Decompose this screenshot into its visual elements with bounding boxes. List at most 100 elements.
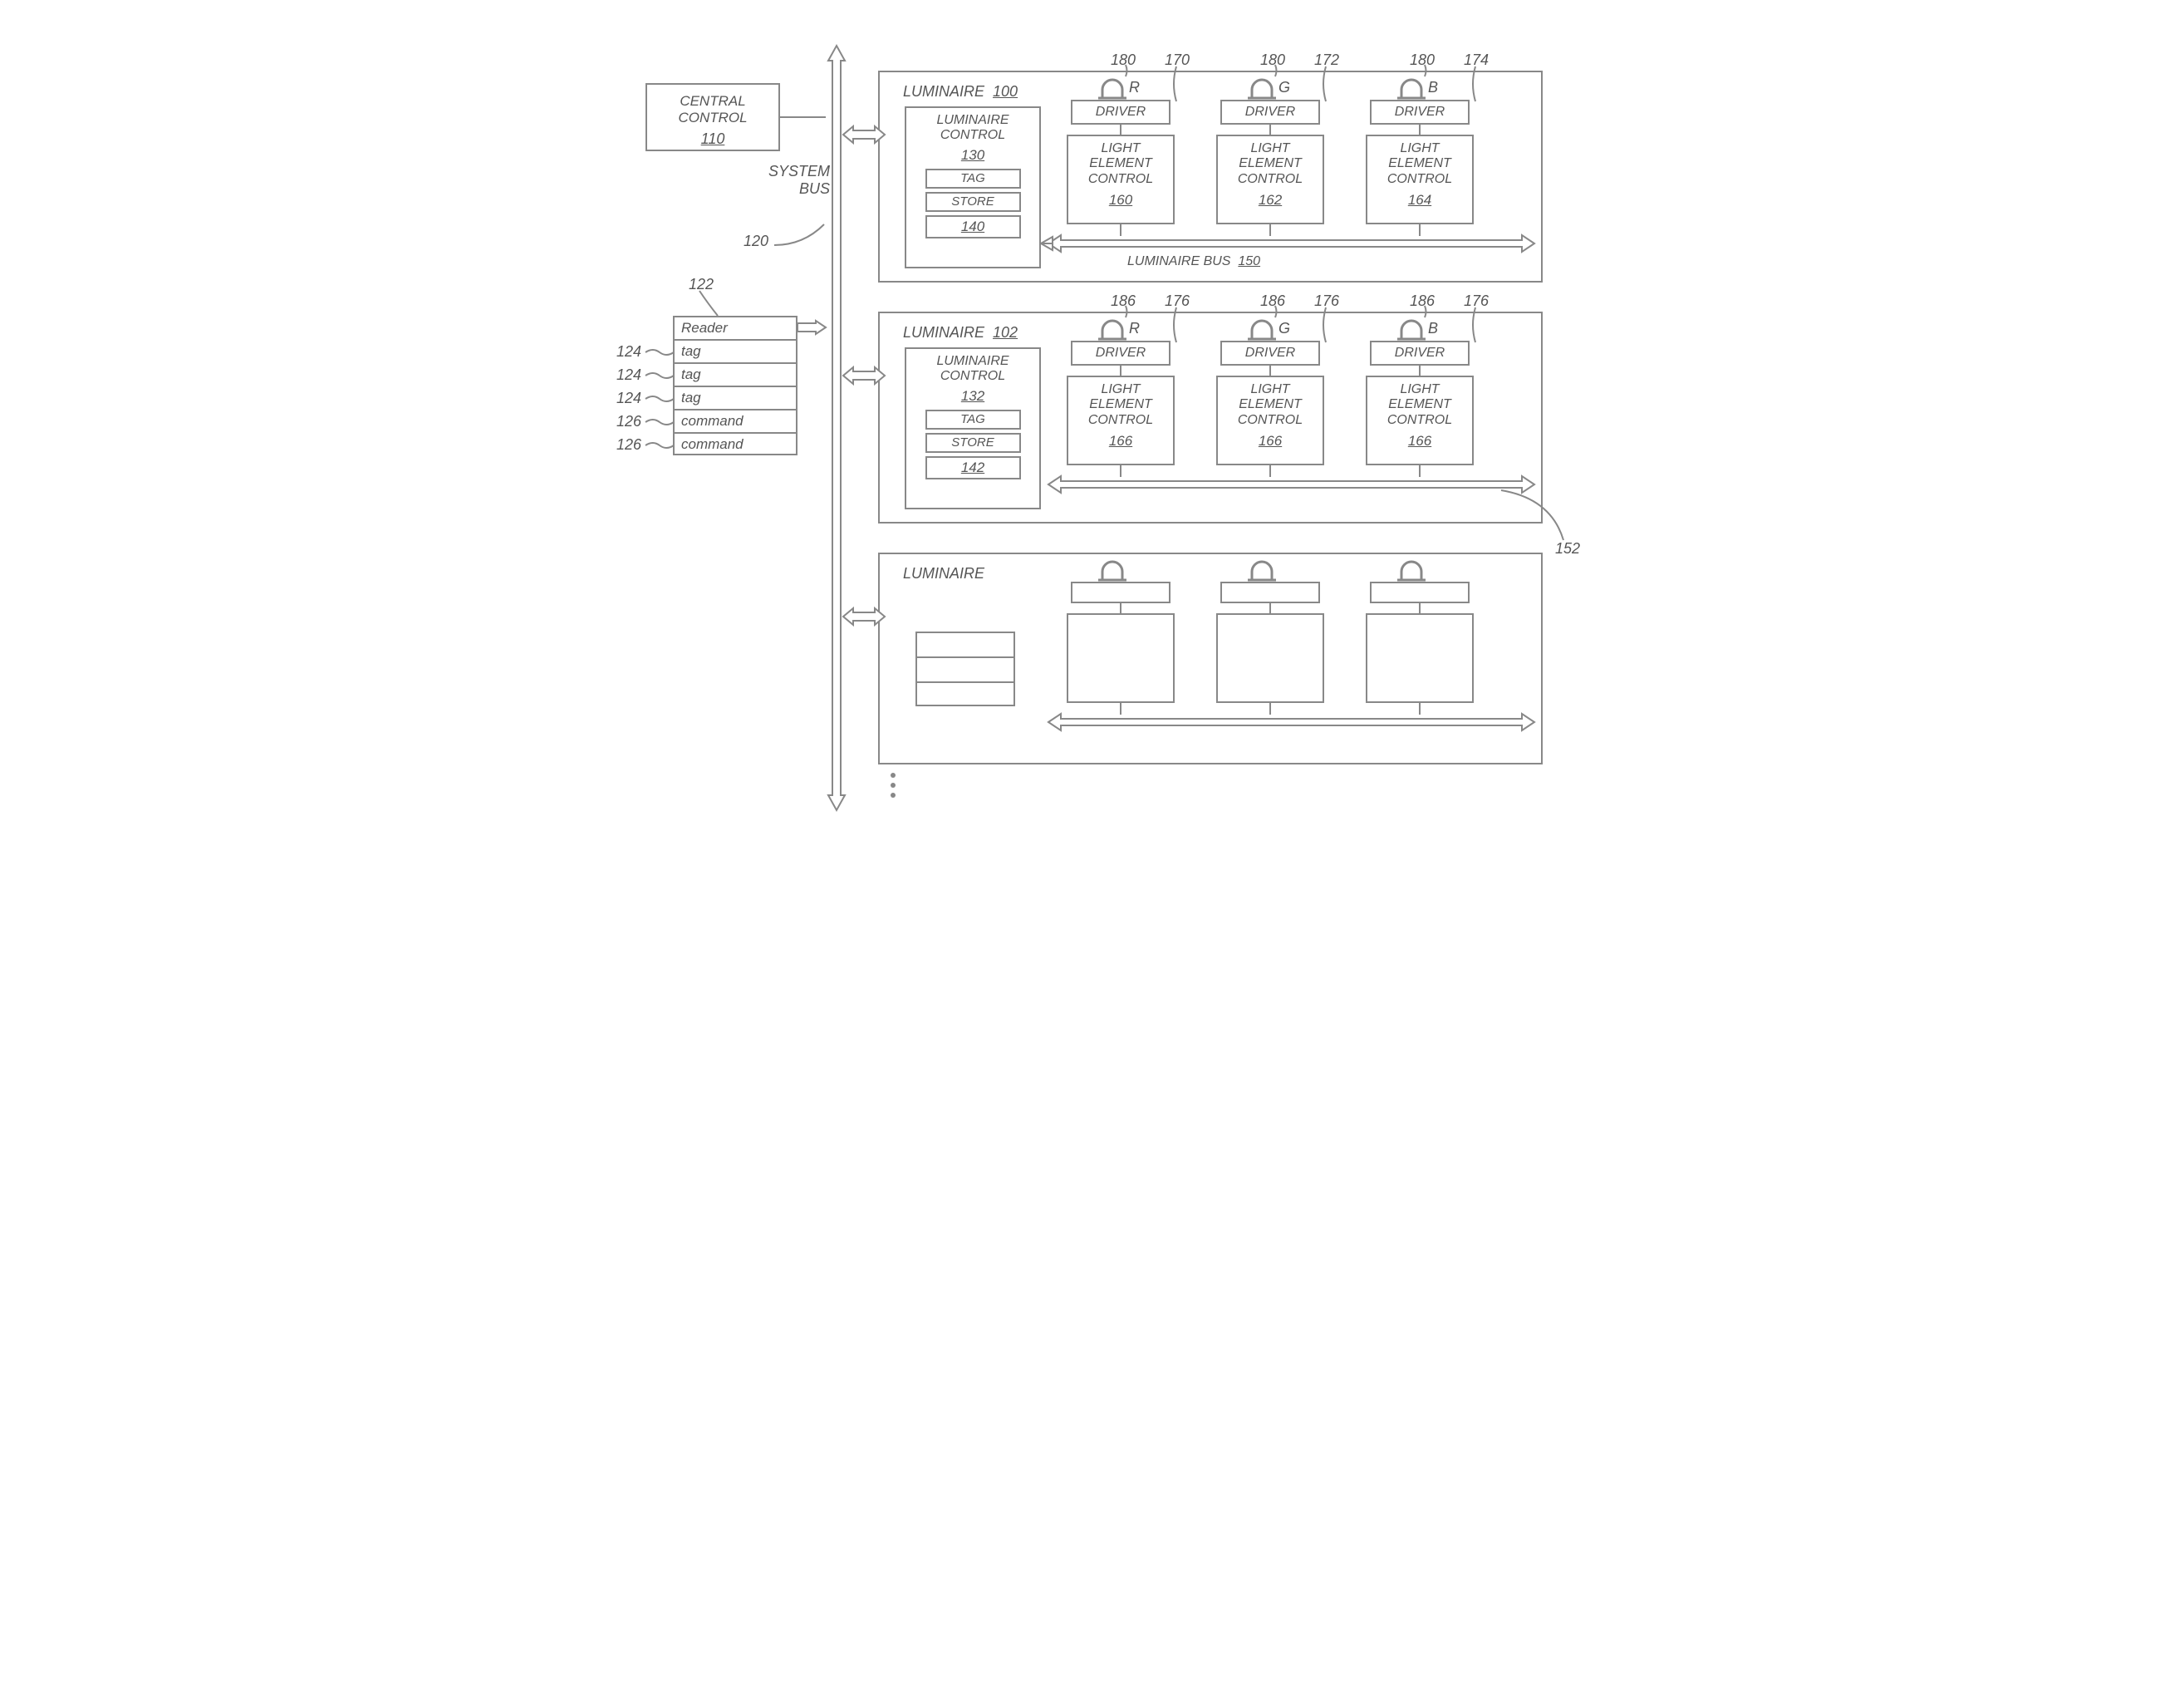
led-color: G — [1278, 79, 1290, 96]
luminaire-control-title: LUMINAIRE CONTROL — [906, 113, 1039, 144]
luminaire-control-ref: 130 — [906, 147, 1039, 164]
driver-box: DRIVER — [1370, 100, 1470, 125]
system-bus-leader — [774, 224, 832, 249]
store-ref-box: 142 — [925, 456, 1021, 479]
reader-row: command — [675, 410, 796, 434]
bus-to-luminaire-arrow — [843, 126, 885, 143]
luminaire-bus-label: LUMINAIRE BUS 150 — [1127, 254, 1260, 269]
connector — [1269, 125, 1271, 135]
system-bus-ref: 120 — [744, 233, 768, 250]
led-ref: 180 — [1260, 52, 1285, 69]
tag-box: TAG — [925, 410, 1021, 430]
lec-title: LIGHT ELEMENT CONTROL — [1218, 141, 1323, 187]
reader-row-ref: 124 — [616, 390, 641, 407]
connector — [1269, 465, 1271, 477]
central-control-box: CENTRAL CONTROL 110 — [645, 83, 780, 151]
connector — [1120, 465, 1121, 477]
connector — [1269, 224, 1271, 236]
connector — [1120, 125, 1121, 135]
connector — [1269, 703, 1271, 715]
row-leader — [645, 417, 675, 427]
reader-row: tag — [675, 341, 796, 364]
reader-to-bus-arrow — [798, 321, 826, 334]
driver-box: DRIVER — [1370, 341, 1470, 366]
system-bus — [820, 46, 853, 810]
store-ref-box: 140 — [925, 215, 1021, 238]
connector — [1419, 465, 1421, 477]
connector — [1041, 243, 1053, 244]
lec-title: LIGHT ELEMENT CONTROL — [1218, 382, 1323, 428]
bus-to-luminaire-arrow — [843, 608, 885, 625]
leader — [1323, 307, 1329, 342]
led-icon — [1397, 557, 1426, 582]
ellipsis-icon — [891, 773, 896, 798]
driver-box: DRIVER — [1071, 100, 1171, 125]
luminaire-bus-arrow — [1048, 714, 1534, 730]
led-color: G — [1278, 320, 1290, 337]
row-leader — [645, 440, 675, 450]
led-icon — [1248, 557, 1276, 582]
reader-row: tag — [675, 387, 796, 410]
row-leader — [645, 394, 675, 404]
led-icon — [1397, 316, 1426, 341]
reader-row-ref: 124 — [616, 343, 641, 361]
system-bus-label: SYSTEM BUS — [763, 163, 830, 197]
lec-box: LIGHT ELEMENT CONTROL 166 — [1067, 376, 1175, 465]
central-control-ref: 110 — [647, 130, 778, 148]
led-icon — [1248, 316, 1276, 341]
lec-ref: 166 — [1068, 433, 1173, 450]
led-ref: 186 — [1410, 292, 1435, 310]
bus-to-luminaire-arrow — [843, 367, 885, 384]
leader — [1275, 306, 1280, 317]
reader-row: Reader — [675, 317, 796, 341]
lec-box-blank — [1366, 613, 1474, 703]
led-icon — [1397, 75, 1426, 100]
luminaire-title: LUMINAIRE — [903, 565, 984, 582]
lec-ref: 164 — [1367, 192, 1472, 209]
lec-box-blank — [1216, 613, 1324, 703]
connector — [1419, 366, 1421, 376]
lec-box: LIGHT ELEMENT CONTROL 164 — [1366, 135, 1474, 224]
driver-box: DRIVER — [1220, 341, 1320, 366]
leader — [1126, 306, 1131, 317]
row-leader — [645, 371, 675, 381]
reader-row-ref: 124 — [616, 366, 641, 384]
lec-ref: 162 — [1218, 192, 1323, 209]
reader-leader — [699, 291, 724, 317]
leader — [1472, 66, 1479, 101]
leader — [1275, 65, 1280, 76]
reader-row-ref: 126 — [616, 436, 641, 454]
led-icon — [1098, 316, 1126, 341]
connector — [1419, 224, 1421, 236]
lec-box: LIGHT ELEMENT CONTROL 162 — [1216, 135, 1324, 224]
led-ref: 180 — [1111, 52, 1136, 69]
leader — [1425, 306, 1430, 317]
central-control-title: CENTRAL CONTROL — [647, 93, 778, 127]
driver-box: DRIVER — [1071, 341, 1171, 366]
leader — [1425, 65, 1430, 76]
led-color: R — [1129, 320, 1140, 337]
connector — [780, 116, 826, 118]
led-ref: 186 — [1111, 292, 1136, 310]
connector — [1419, 603, 1421, 613]
connector — [1419, 703, 1421, 715]
lec-box-blank — [1067, 613, 1175, 703]
lec-title: LIGHT ELEMENT CONTROL — [1068, 141, 1173, 187]
led-icon — [1098, 75, 1126, 100]
led-color: B — [1428, 79, 1438, 96]
luminaire-control-ref: 132 — [906, 388, 1039, 405]
lec-title: LIGHT ELEMENT CONTROL — [1367, 141, 1472, 187]
reader-row: tag — [675, 364, 796, 387]
luminaire-title: LUMINAIRE 100 — [903, 83, 1018, 101]
connector — [1419, 125, 1421, 135]
lec-ref: 166 — [1218, 433, 1323, 450]
luminaire-bus-arrow — [1048, 235, 1534, 252]
luminaire-control-130: LUMINAIRE CONTROL 130 TAG STORE 140 — [905, 106, 1041, 268]
luminaire-control-blank — [915, 632, 1015, 706]
connector — [1120, 224, 1121, 236]
tag-box: TAG — [925, 169, 1021, 189]
lec-ref: 166 — [1367, 433, 1472, 450]
connector — [1269, 603, 1271, 613]
connector — [1120, 366, 1121, 376]
driver-box-blank — [1071, 582, 1171, 603]
